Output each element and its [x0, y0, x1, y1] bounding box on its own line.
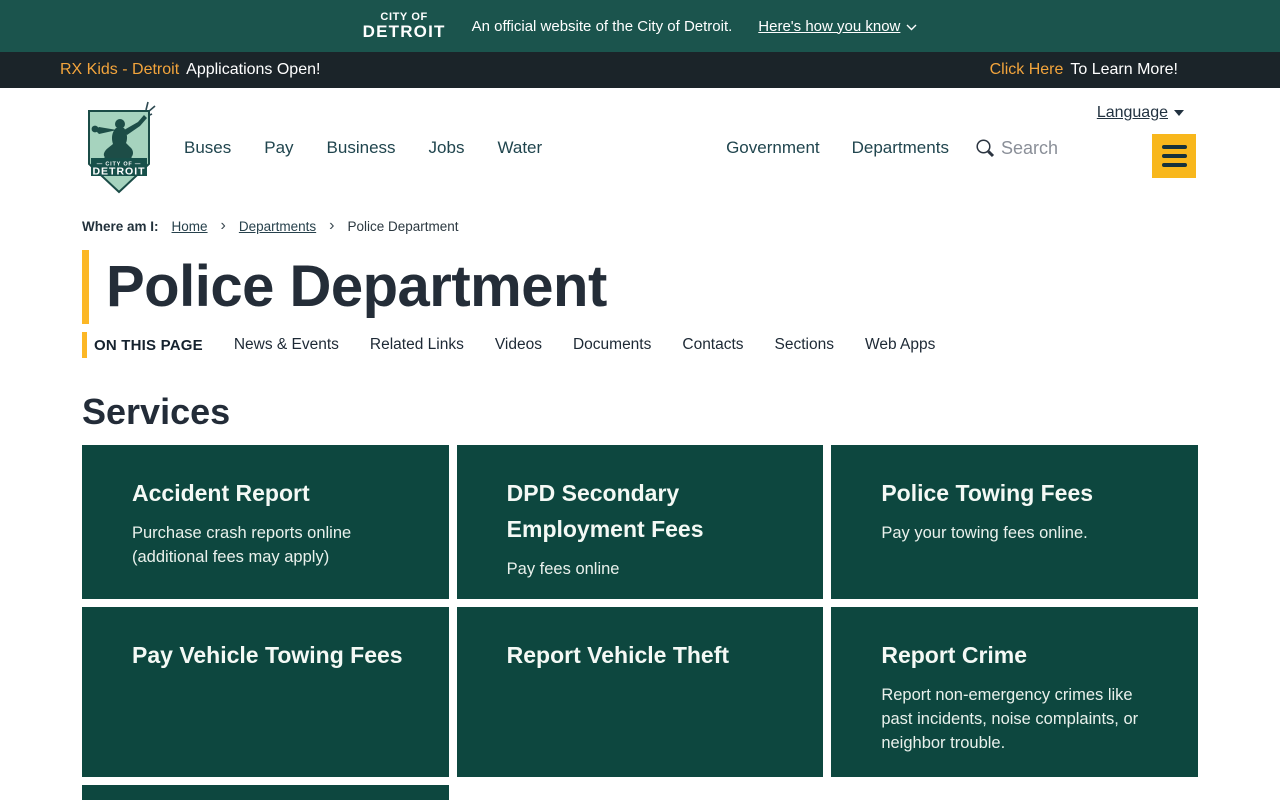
on-this-page-nav: ON THIS PAGE News & Events Related Links…: [82, 332, 1198, 358]
nav-item-buses[interactable]: Buses: [184, 138, 231, 158]
service-card-report-crime[interactable]: Report Crime Report non-emergency crimes…: [831, 607, 1198, 777]
breadcrumb-departments-link[interactable]: Departments: [239, 219, 316, 234]
click-here-link[interactable]: Click Here: [990, 61, 1064, 79]
nav-item-water[interactable]: Water: [497, 138, 542, 158]
promo-banner: RX Kids - Detroit Applications Open! Cli…: [0, 52, 1280, 88]
city-of-detroit-logo[interactable]: — CITY OF — DETROIT: [82, 100, 162, 197]
card-description: Pay fees online: [506, 560, 620, 578]
heres-how-you-know-label: Here's how you know: [758, 17, 901, 35]
service-card-accident-report[interactable]: Accident Report Purchase crash reports o…: [82, 445, 449, 599]
otp-link-news-events[interactable]: News & Events: [234, 336, 339, 354]
language-selector[interactable]: Language: [1097, 104, 1184, 122]
card-description: Purchase crash reports online (additiona…: [132, 524, 352, 566]
site-header: — CITY OF — DETROIT Buses Pay Business J…: [0, 88, 1280, 200]
breadcrumb-home-link[interactable]: Home: [172, 219, 208, 234]
service-card-pay-vehicle-towing-fees[interactable]: Pay Vehicle Towing Fees: [82, 607, 449, 777]
title-accent-bar: [82, 250, 89, 324]
breadcrumb-label: Where am I:: [82, 218, 159, 234]
breadcrumb-separator-icon: ›: [220, 217, 226, 234]
gov-logo-detroit: DETROIT: [362, 21, 446, 41]
search-control[interactable]: Search: [975, 138, 1058, 159]
breadcrumb-separator-icon: ›: [329, 217, 335, 234]
official-gov-banner: CITY OF DETROIT An official website of t…: [0, 0, 1280, 52]
nav-item-pay[interactable]: Pay: [264, 138, 293, 158]
chevron-down-icon: [906, 24, 917, 30]
search-icon: [976, 139, 995, 158]
breadcrumb-current-page: Police Department: [347, 218, 459, 234]
card-description: Report non-emergency crimes like past in…: [881, 686, 1139, 752]
page-title: Police Department: [106, 254, 607, 319]
promo-left: RX Kids - Detroit Applications Open!: [60, 61, 320, 79]
card-title: DPD Secondary Employment Fees: [506, 480, 704, 542]
language-caret-icon: [1174, 110, 1184, 116]
services-heading: Services: [82, 391, 231, 432]
otp-link-documents[interactable]: Documents: [573, 336, 651, 354]
card-title: Pay Vehicle Towing Fees: [132, 642, 403, 668]
card-title: Report Vehicle Theft: [506, 642, 730, 668]
service-card-report-vehicle-theft[interactable]: Report Vehicle Theft: [456, 607, 824, 777]
primary-nav-left: Buses Pay Business Jobs Water: [184, 138, 542, 158]
applications-open-text: Applications Open!: [186, 61, 321, 78]
search-label: Search: [1000, 137, 1058, 158]
spirit-of-detroit-icon: — CITY OF — DETROIT: [88, 101, 156, 193]
on-this-page-label: ON THIS PAGE: [94, 336, 203, 354]
gov-banner-logo: CITY OF DETROIT: [363, 11, 446, 42]
on-this-page-items: News & Events Related Links Videos Docum…: [234, 336, 936, 354]
heres-how-you-know-link[interactable]: Here's how you know: [758, 18, 917, 35]
hamburger-menu-button[interactable]: [1152, 134, 1196, 178]
card-title: Police Towing Fees: [881, 480, 1094, 506]
svg-text:DETROIT: DETROIT: [92, 165, 145, 177]
breadcrumb: Where am I: Home › Departments › Police …: [82, 218, 1198, 234]
service-card-dpd-secondary-employment-fees[interactable]: DPD Secondary Employment Fees Pay fees o…: [456, 445, 824, 599]
nav-item-departments[interactable]: Departments: [852, 138, 949, 158]
hamburger-icon: [1161, 145, 1187, 149]
card-title: Report Crime: [881, 642, 1028, 668]
otp-link-contacts[interactable]: Contacts: [682, 336, 743, 354]
nav-item-business[interactable]: Business: [327, 138, 396, 158]
promo-right: Click Here To Learn More!: [990, 61, 1178, 79]
services-card-grid: Accident Report Purchase crash reports o…: [82, 445, 1198, 800]
otp-link-related-links[interactable]: Related Links: [370, 336, 464, 354]
card-title: Accident Report: [132, 480, 310, 506]
otp-link-videos[interactable]: Videos: [495, 336, 542, 354]
official-website-text: An official website of the City of Detro…: [471, 17, 733, 35]
nav-item-government[interactable]: Government: [726, 138, 820, 158]
rx-kids-link[interactable]: RX Kids - Detroit: [60, 61, 179, 79]
language-label: Language: [1096, 104, 1168, 121]
service-card-police-towing-fees[interactable]: Police Towing Fees Pay your towing fees …: [831, 445, 1198, 599]
card-description: Pay your towing fees online.: [881, 524, 1088, 542]
service-card-partial[interactable]: [82, 785, 449, 800]
nav-item-jobs[interactable]: Jobs: [429, 138, 465, 158]
primary-nav-right: Government Departments: [726, 138, 949, 158]
otp-link-web-apps[interactable]: Web Apps: [865, 336, 935, 354]
page-title-row: Police Department: [82, 250, 1198, 324]
learn-more-text: To Learn More!: [1070, 61, 1178, 78]
otp-link-sections[interactable]: Sections: [775, 336, 834, 354]
main-content: Where am I: Home › Departments › Police …: [0, 218, 1280, 800]
gov-logo-city-of: CITY OF: [380, 10, 428, 23]
